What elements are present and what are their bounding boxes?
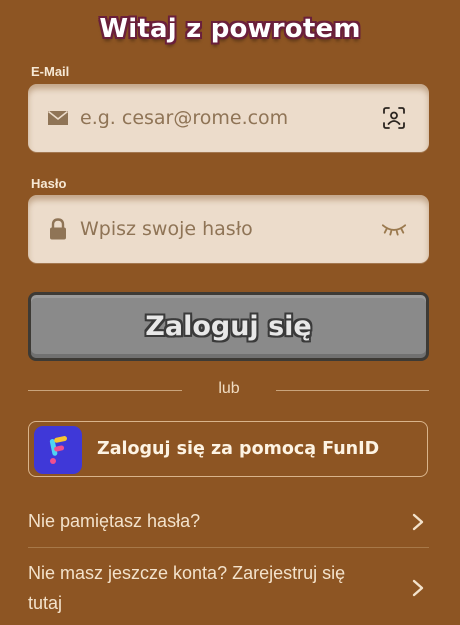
password-placeholder: Wpisz swoje hasło (80, 218, 253, 240)
login-button[interactable]: Zaloguj się (28, 292, 429, 361)
separator-text: lub (218, 380, 240, 397)
lock-icon (46, 217, 70, 241)
password-label: Hasło (31, 176, 67, 191)
register-link[interactable]: Nie masz jeszcze konta? Zarejestruj się … (28, 558, 429, 618)
chevron-right-icon (412, 513, 424, 531)
password-field[interactable]: Wpisz swoje hasło (28, 195, 429, 263)
eye-closed-icon[interactable] (381, 216, 407, 242)
email-field[interactable]: e.g. cesar@rome.com (28, 84, 429, 152)
forgot-password-link[interactable]: Nie pamiętasz hasła? (28, 506, 429, 538)
register-label-line2: tutaj (28, 593, 63, 613)
email-label: E-Mail (31, 64, 70, 79)
login-button-label: Zaloguj się (145, 311, 312, 342)
envelope-icon (46, 106, 70, 130)
register-label-line1: Nie masz jeszcze konta? Zarejestruj się (28, 563, 346, 583)
funid-logo-icon (34, 426, 82, 474)
face-scan-icon[interactable] (381, 105, 407, 131)
forgot-password-label: Nie pamiętasz hasła? (28, 511, 201, 531)
funid-label: Zaloguj się za pomocą FunID (97, 439, 380, 459)
divider-right (276, 390, 429, 391)
chevron-right-icon (412, 579, 424, 597)
email-placeholder: e.g. cesar@rome.com (80, 107, 289, 129)
divider-left (28, 390, 182, 391)
link-divider (28, 547, 429, 548)
page-title: Witaj z powrotem (99, 14, 361, 44)
funid-login-button[interactable]: Zaloguj się za pomocą FunID (28, 421, 428, 477)
